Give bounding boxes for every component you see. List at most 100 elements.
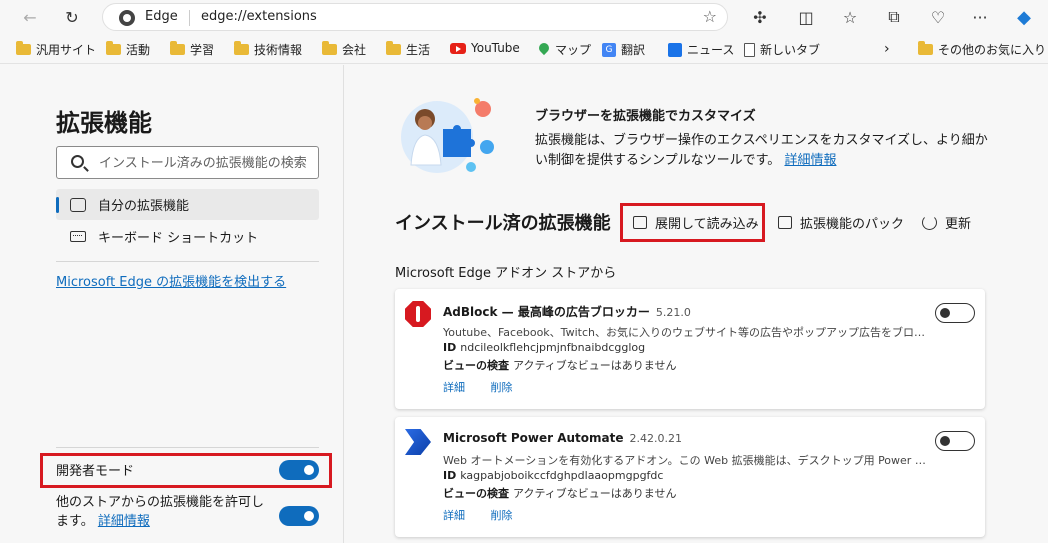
bookmark-item[interactable]: マップ: [538, 41, 591, 58]
folder-icon: [170, 41, 185, 55]
customization-illustration: [401, 98, 494, 173]
extension-name: AdBlock — 最高峰の広告ブロッカー 5.21.0: [443, 303, 691, 320]
refresh-icon[interactable]: ↻: [58, 4, 86, 30]
remove-link[interactable]: 削除: [491, 381, 513, 394]
extension-links: 詳細 削除: [443, 507, 535, 523]
remove-link[interactable]: 削除: [491, 509, 513, 522]
extension-description: Web オートメーションを有効化するアドオン。この Web 拡張機能は、デスクト…: [443, 454, 933, 467]
nav-keyboard-shortcuts[interactable]: キーボード ショートカット: [56, 221, 319, 252]
sidebar-divider: [56, 447, 319, 448]
bookmark-label: その他のお気に入り: [938, 43, 1047, 57]
adblock-enable-toggle[interactable]: [935, 303, 975, 323]
nav-my-extensions[interactable]: 自分の拡張機能: [56, 189, 319, 220]
bookmark-label: 活動: [126, 43, 151, 57]
favorites-bar: 汎用サイト 活動 学習 技術情報 会社 生活 YouTube マップ G 翻訳 ニ…: [0, 34, 1048, 64]
inspect-value: アクティブなビューはありません: [513, 359, 677, 372]
bookmark-item[interactable]: ニュース: [668, 41, 734, 58]
id-label: ID: [443, 469, 457, 482]
extension-title: AdBlock — 最高峰の広告ブロッカー: [443, 305, 650, 319]
folder-icon: [918, 41, 933, 55]
folder-icon: [234, 41, 249, 55]
inspect-label: ビューの検査: [443, 359, 509, 372]
bookmark-item[interactable]: 学習: [170, 41, 214, 58]
bookmark-item[interactable]: 新しいタブ: [744, 41, 820, 58]
inspect-value: アクティブなビューはありません: [513, 487, 677, 500]
power-automate-enable-toggle[interactable]: [935, 431, 975, 451]
favorite-star-icon[interactable]: ☆: [703, 7, 717, 26]
address-bar[interactable]: Edge edge://extensions ☆: [102, 3, 728, 31]
pack-icon: [778, 216, 792, 229]
extension-card-adblock: AdBlock — 最高峰の広告ブロッカー 5.21.0 Youtube、Face…: [395, 289, 985, 409]
pack-extension-button[interactable]: 拡張機能のパック: [778, 213, 904, 232]
extension-id: ID ndcileolkflehcjpmjnfbnaibdcgglog: [443, 341, 645, 354]
bookmark-label: 会社: [342, 43, 367, 57]
translate-icon: G: [602, 42, 616, 57]
discover-extensions-link[interactable]: Microsoft Edge の拡張機能を検出する: [56, 271, 286, 290]
other-stores-learn-more-link[interactable]: 詳細情報: [98, 514, 150, 529]
bookmark-item[interactable]: その他のお気に入り: [918, 41, 1046, 58]
nav-label: 自分の拡張機能: [98, 199, 190, 214]
hero-description: 拡張機能は、ブラウザー操作のエクスペリエンスをカスタマイズし、より細かい制御を提…: [535, 131, 995, 171]
folder-icon: [386, 41, 401, 55]
page-icon: [744, 42, 755, 57]
bookmark-item[interactable]: 生活: [386, 41, 430, 58]
bookmark-item[interactable]: 活動: [106, 41, 150, 58]
edge-logo-icon: [119, 10, 135, 26]
search-box[interactable]: [56, 146, 319, 179]
adblock-logo-icon: [405, 301, 431, 327]
sidebar-title: 拡張機能: [56, 109, 152, 137]
more-menu-icon[interactable]: ···: [966, 4, 994, 30]
copilot-icon[interactable]: ◆: [1010, 4, 1038, 30]
hero-text: 拡張機能は、ブラウザー操作のエクスペリエンスをカスタマイズし、より細かい制御を提…: [535, 133, 988, 168]
details-link[interactable]: 詳細: [443, 509, 465, 522]
extension-title: Microsoft Power Automate: [443, 431, 624, 445]
favorites-icon[interactable]: ☆: [836, 4, 864, 30]
developer-mode-highlight: [40, 453, 332, 488]
inspect-label: ビューの検査: [443, 487, 509, 500]
extensions-puzzle-icon[interactable]: ✣: [746, 4, 774, 30]
update-button[interactable]: 更新: [922, 213, 971, 232]
bookmark-label: YouTube: [471, 41, 520, 55]
extension-id: ID kagpabjoboikccfdghpdlaaopmgpgfdc: [443, 469, 663, 482]
hero-learn-more-link[interactable]: 詳細情報: [784, 153, 836, 168]
back-arrow-icon[interactable]: ←: [16, 4, 44, 30]
chevron-right-icon[interactable]: ›: [884, 41, 890, 57]
bookmark-item[interactable]: 汎用サイト: [16, 41, 96, 58]
other-stores-label: 他のストアからの拡張機能を許可します。: [56, 495, 265, 529]
folder-icon: [16, 41, 31, 55]
keyboard-icon: [70, 231, 86, 242]
extension-description: Youtube、Facebook、Twitch、お気に入りのウェブサイト等の広告…: [443, 326, 933, 339]
puzzle-icon: [70, 197, 86, 212]
search-icon: [71, 155, 84, 168]
bookmark-item[interactable]: YouTube: [450, 41, 520, 55]
browser-essentials-icon[interactable]: ♡: [924, 4, 952, 30]
details-link[interactable]: 詳細: [443, 381, 465, 394]
extension-card-power-automate: Microsoft Power Automate 2.42.0.21 Web オー…: [395, 417, 985, 537]
sidebar: 拡張機能 自分の拡張機能 キーボード ショートカット Microsoft Edg…: [12, 65, 344, 543]
split-screen-icon[interactable]: ◫: [792, 4, 820, 30]
extension-name: Microsoft Power Automate 2.42.0.21: [443, 431, 682, 445]
bookmark-label: マップ: [555, 43, 592, 57]
bookmark-item[interactable]: G 翻訳: [602, 41, 645, 58]
power-automate-logo-icon: [405, 429, 431, 455]
address-brand: Edge: [145, 9, 178, 24]
address-url[interactable]: edge://extensions: [201, 9, 317, 24]
main-panel: ブラウザーを拡張機能でカスタマイズ 拡張機能は、ブラウザー操作のエクスペリエンス…: [345, 65, 1048, 543]
bookmark-label: 技術情報: [254, 43, 303, 57]
search-input[interactable]: [99, 153, 313, 173]
pack-label: 拡張機能のパック: [800, 217, 905, 232]
other-stores-toggle[interactable]: [279, 506, 319, 526]
collections-icon[interactable]: ⧉: [880, 4, 908, 30]
bookmark-item[interactable]: 会社: [322, 41, 366, 58]
store-source-label: Microsoft Edge アドオン ストアから: [395, 266, 617, 281]
installed-title: インストール済の拡張機能: [395, 213, 611, 234]
nav-label: キーボード ショートカット: [98, 231, 259, 246]
news-icon: [668, 42, 682, 57]
maps-icon: [538, 43, 550, 57]
address-divider: [189, 10, 190, 26]
bookmark-label: 学習: [190, 43, 215, 57]
bookmark-label: 新しいタブ: [760, 43, 821, 57]
bookmark-item[interactable]: 技術情報: [234, 41, 302, 58]
bookmark-label: 汎用サイト: [36, 43, 97, 57]
update-icon: [922, 215, 937, 230]
